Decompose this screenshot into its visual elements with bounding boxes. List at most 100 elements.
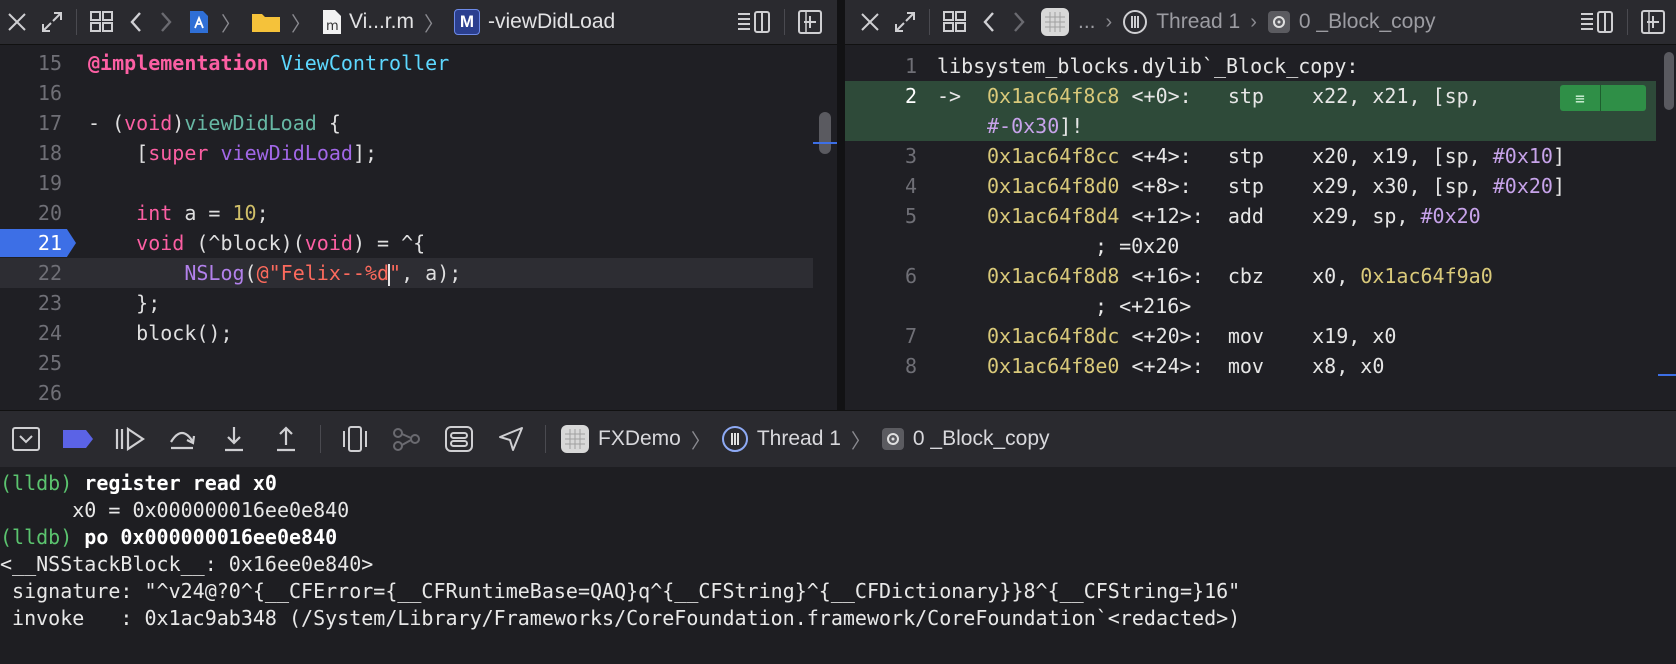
related-items-button[interactable] xyxy=(83,0,121,44)
breadcrumb-method[interactable]: M -viewDidLoad xyxy=(448,0,621,44)
disassembly-jump-bar: ... › Thread 1 › 0 _Block_copy xyxy=(845,0,1676,45)
debug-view-hierarchy-button[interactable] xyxy=(329,411,381,467)
debug-breadcrumb-frame[interactable]: 0 _Block_copy xyxy=(875,417,1056,461)
separator xyxy=(545,425,546,453)
code-token: viewDidLoad xyxy=(220,141,353,165)
environment-overrides-icon xyxy=(445,426,473,452)
code-token: " xyxy=(389,261,402,285)
line-number: 6 xyxy=(904,264,917,288)
asm-row: 2 -> 0x1ac64f8c8 <+0>: stp x22, x21, [sp, xyxy=(845,81,1656,111)
console-line: invoke : 0x1ac9ab348 (/System/Library/Fr… xyxy=(0,604,1240,632)
close-editor-button[interactable] xyxy=(845,0,887,44)
source-code-area[interactable]: 15 @implementation ViewController 16 17- (v… xyxy=(0,45,837,410)
code-token: int xyxy=(136,201,173,225)
editor-options-button[interactable] xyxy=(1573,0,1621,44)
step-into-icon xyxy=(225,427,243,452)
disassembly-scrollbar[interactable] xyxy=(1664,52,1674,110)
forward-button[interactable] xyxy=(151,0,181,44)
simulate-location-button[interactable] xyxy=(485,411,537,467)
hide-debug-area-icon xyxy=(12,427,40,451)
file-name-label: Vi...r.m xyxy=(349,10,414,33)
asm-token: 0x1ac64f8c8 xyxy=(987,84,1120,108)
asm-line: 6 0x1ac64f8d8 <+16>: cbz x0, 0x1ac64f9a0;… xyxy=(845,261,1656,321)
thread-icon xyxy=(721,426,748,452)
pane-divider[interactable] xyxy=(837,0,845,410)
code-token: ViewController xyxy=(280,51,450,75)
add-editor-button[interactable] xyxy=(1634,0,1676,44)
breadcrumb-separator: › xyxy=(1105,10,1113,33)
console-output: x0 = 0x000000016ee0e840 xyxy=(0,498,350,522)
breakpoints-toggle-button[interactable] xyxy=(52,411,104,467)
editor-options-icon xyxy=(1581,11,1613,33)
step-into-button[interactable] xyxy=(208,411,260,467)
breadcrumb-frame[interactable]: 0 _Block_copy xyxy=(1261,0,1442,44)
asm-text: 0x1ac64f8cc <+4>: stp x20, x19, [sp, #0x… xyxy=(987,141,1565,171)
step-over-button[interactable] xyxy=(156,411,208,467)
breadcrumb-project[interactable]: ... xyxy=(1034,0,1102,44)
close-editor-button[interactable] xyxy=(0,0,34,44)
back-button[interactable] xyxy=(974,0,1004,44)
breadcrumb-folder[interactable] xyxy=(245,0,287,44)
lldb-command: register read x0 xyxy=(72,471,277,495)
asm-token: ] xyxy=(1552,174,1565,198)
related-items-button[interactable] xyxy=(936,0,974,44)
forward-button[interactable] xyxy=(1004,0,1034,44)
breadcrumb-thread[interactable]: Thread 1 xyxy=(1116,0,1246,44)
asm-token: add x29, sp, xyxy=(1227,204,1421,228)
asm-token: stp x22, x21, [sp, xyxy=(1227,84,1481,108)
hide-debug-area-button[interactable] xyxy=(0,411,52,467)
debug-memory-graph-button[interactable] xyxy=(381,411,433,467)
code-token: @implementation xyxy=(88,51,269,75)
debug-breadcrumb-project[interactable]: FXDemo xyxy=(554,417,687,461)
chevron-right-icon xyxy=(1014,12,1025,32)
add-editor-icon xyxy=(1641,10,1665,34)
asm-token: 0x1ac64f9a0 xyxy=(1360,264,1493,288)
line-number: 19 xyxy=(37,171,62,195)
code-line: 19 xyxy=(0,168,813,198)
breadcrumb-project[interactable] xyxy=(181,0,217,44)
grid-icon xyxy=(90,11,113,32)
breadcrumb-separator: 〉 xyxy=(850,430,871,453)
line-number: 18 xyxy=(37,141,62,165)
code-line: 20 int a = 10; xyxy=(0,198,813,228)
instruction-pointer-badge[interactable]: ≡ xyxy=(1560,85,1646,111)
separator xyxy=(784,9,785,35)
code-token: 10 xyxy=(232,201,257,225)
debug-project-label: FXDemo xyxy=(598,427,681,450)
editor-options-button[interactable] xyxy=(730,0,778,44)
back-button[interactable] xyxy=(121,0,151,44)
separator xyxy=(1627,9,1628,35)
asm-token: stp x29, x30, [sp, xyxy=(1227,174,1493,198)
code-token: ( xyxy=(244,261,257,285)
code-token: - ( xyxy=(88,111,125,135)
continue-button[interactable] xyxy=(104,411,156,467)
expand-editor-button[interactable] xyxy=(34,0,70,44)
add-editor-button[interactable] xyxy=(791,0,837,44)
line-number: 16 xyxy=(37,81,62,105)
source-scrollbar[interactable] xyxy=(819,112,831,154)
code-token: super xyxy=(148,141,209,165)
console-output: signature: "^v24@?0^{__CFError={__CFRunt… xyxy=(0,579,1241,603)
asm-token: <+12>: xyxy=(1119,204,1228,228)
memory-graph-icon xyxy=(393,428,420,451)
breadcrumb-separator: 〉 xyxy=(291,13,311,36)
asm-row-wrapped: ; =0x20 xyxy=(845,231,1656,261)
step-out-button[interactable] xyxy=(260,411,312,467)
expand-editor-button[interactable] xyxy=(887,0,923,44)
environment-overrides-button[interactable] xyxy=(433,411,485,467)
code-token: void xyxy=(124,111,173,135)
breadcrumb-file[interactable]: m Vi...r.m xyxy=(315,0,420,44)
lldb-console[interactable]: (lldb) register read x0 x0 = 0x000000016… xyxy=(0,467,1676,664)
source-editor-pane: 〉 〉 m Vi...r.m 〉 M -viewDidLoad 15 @imple… xyxy=(0,0,837,410)
debug-breadcrumb-thread[interactable]: Thread 1 xyxy=(715,417,847,461)
continue-icon xyxy=(115,426,145,452)
asm-row: 5 0x1ac64f8d4 <+12>: add x29, sp, #0x20 xyxy=(845,201,1656,231)
code-token: [ xyxy=(88,141,149,165)
thread-icon xyxy=(1123,10,1148,34)
asm-line: 7 0x1ac64f8dc <+20>: mov x19, x0 xyxy=(845,321,1656,351)
disassembly-code-area[interactable]: 1 libsystem_blocks.dylib`_Block_copy: 2 -> 0… xyxy=(845,45,1676,410)
line-number: 21 xyxy=(37,231,62,255)
